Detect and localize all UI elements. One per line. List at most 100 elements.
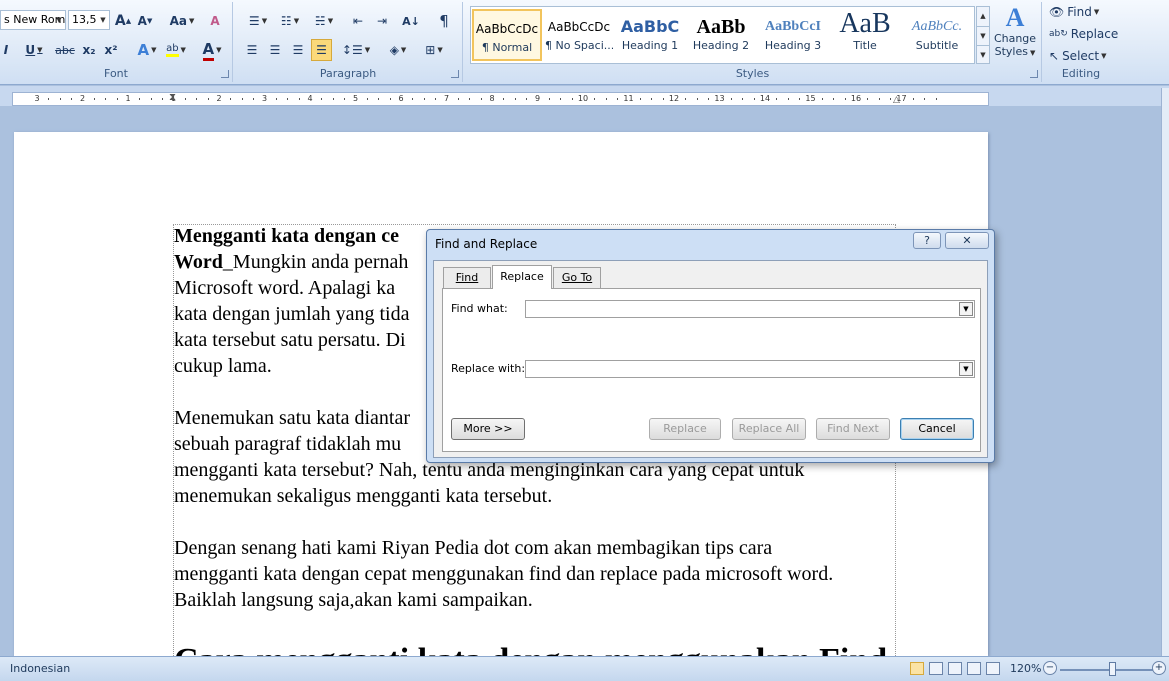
ruler-tick xyxy=(480,98,482,100)
change-case-button[interactable]: Aa ▼ xyxy=(168,10,196,32)
numbering-icon: ☷ xyxy=(280,14,292,28)
justify-button[interactable]: ☰ xyxy=(311,39,332,61)
right-indent-marker-icon[interactable]: △ xyxy=(893,95,900,105)
bold-title-text-2: Word xyxy=(174,251,223,273)
font-color-button[interactable]: A ▼ xyxy=(198,39,226,61)
sort-button[interactable]: A↓ xyxy=(400,10,422,32)
indent-marker-icon[interactable]: ⧗ xyxy=(169,92,176,103)
ruler-tick xyxy=(912,98,914,100)
strikethrough-button[interactable]: abc xyxy=(54,39,76,61)
ruler-tick xyxy=(651,98,653,100)
align-right-button[interactable]: ☰ xyxy=(288,39,308,61)
underline-button[interactable]: U ▼ xyxy=(20,39,48,61)
find-next-button[interactable]: Find Next xyxy=(816,418,890,440)
superscript-icon: x² xyxy=(104,43,118,57)
ruler-tick xyxy=(366,98,368,100)
help-button[interactable]: ? xyxy=(913,232,941,249)
shading-button[interactable]: ◈ ▼ xyxy=(384,39,412,61)
align-center-button[interactable]: ☰ xyxy=(265,39,285,61)
font-name-combo[interactable]: s New Rom ▼ xyxy=(0,10,66,30)
ruler-number: 7 xyxy=(443,94,450,103)
styles-dialog-launcher-icon[interactable] xyxy=(1030,70,1038,78)
ruler-number: 4 xyxy=(307,94,313,103)
ruler-tick xyxy=(412,98,414,100)
zoom-in-button[interactable]: + xyxy=(1152,661,1166,675)
strikethrough-icon: abc xyxy=(55,43,75,57)
font-size-combo[interactable]: 13,5 ▼ xyxy=(68,10,110,30)
ruler-tick xyxy=(935,98,937,100)
tab-goto[interactable]: Go To xyxy=(553,267,601,289)
align-left-button[interactable]: ☰ xyxy=(242,39,262,61)
grow-font-button[interactable]: A ▲ xyxy=(114,10,132,32)
zoom-slider-thumb[interactable] xyxy=(1109,662,1116,676)
chevron-down-icon[interactable]: ▼ xyxy=(959,302,973,316)
text-effects-button[interactable]: A ▼ xyxy=(134,39,160,61)
web-layout-view-icon[interactable] xyxy=(948,662,962,675)
ruler-number: 10 xyxy=(577,94,589,103)
replace-button[interactable]: ab↻ Replace xyxy=(1049,24,1118,44)
language-indicator[interactable]: Indonesian xyxy=(10,662,70,675)
ruler-tick xyxy=(890,98,892,100)
decrease-indent-button[interactable]: ⇤ xyxy=(348,10,368,32)
zoom-level[interactable]: 120% xyxy=(1010,662,1041,675)
find-button[interactable]: 👁 Find ▼ xyxy=(1049,2,1099,22)
outline-view-icon[interactable] xyxy=(967,662,981,675)
ruler-tick xyxy=(526,98,528,100)
line-spacing-icon: ↕☰ xyxy=(341,43,363,57)
highlight-button[interactable]: ab ▼ xyxy=(162,39,190,61)
font-dialog-launcher-icon[interactable] xyxy=(221,70,229,78)
shrink-font-icon: A xyxy=(137,14,147,28)
replace-button[interactable]: Replace xyxy=(649,418,721,440)
ruler-tick xyxy=(560,98,562,100)
align-left-icon: ☰ xyxy=(246,43,258,57)
bullets-button[interactable]: ☰ ▼ xyxy=(244,10,272,32)
close-button[interactable]: ✕ xyxy=(945,232,989,249)
find-what-input[interactable]: ▼ xyxy=(525,300,975,318)
increase-indent-button[interactable]: ⇥ xyxy=(372,10,392,32)
more-button[interactable]: More >> xyxy=(451,418,525,440)
show-formatting-button[interactable]: ¶ xyxy=(434,10,454,32)
multilevel-list-button[interactable]: ☵ ▼ xyxy=(310,10,338,32)
ruler-number: 2 xyxy=(79,94,86,103)
replace-icon: ab↻ xyxy=(1049,29,1068,39)
ruler-tick xyxy=(59,98,61,100)
chevron-down-icon[interactable]: ▼ xyxy=(97,11,109,29)
chevron-down-icon[interactable]: ▼ xyxy=(959,362,973,376)
subscript-button[interactable]: x₂ xyxy=(80,39,98,61)
clear-formatting-button[interactable]: A xyxy=(204,10,226,32)
borders-button[interactable]: ⊞ ▼ xyxy=(420,39,448,61)
ruler-tick xyxy=(503,98,505,100)
tab-replace[interactable]: Replace xyxy=(492,265,552,289)
numbering-button[interactable]: ☷ ▼ xyxy=(276,10,304,32)
zoom-out-button[interactable]: − xyxy=(1043,661,1057,675)
replace-with-input[interactable]: ▼ xyxy=(525,360,975,378)
shrink-font-button[interactable]: A ▼ xyxy=(136,10,154,32)
close-icon: ✕ xyxy=(962,234,972,247)
vertical-scrollbar[interactable] xyxy=(1161,88,1169,656)
font-group: s New Rom ▼ 13,5 ▼ A ▲ A ▼ Aa ▼ A I U ▼ abc … xyxy=(0,2,233,82)
paragraph-group-label: Paragraph xyxy=(319,67,377,80)
ruler-number: 12 xyxy=(668,94,680,103)
paragraph-dialog-launcher-icon[interactable] xyxy=(451,70,459,78)
tab-find[interactable]: Find xyxy=(443,267,491,289)
chevron-down-icon[interactable]: ▼ xyxy=(53,11,65,29)
select-button[interactable]: ↖ Select ▼ xyxy=(1049,46,1106,66)
line-spacing-button[interactable]: ↕☰ ▼ xyxy=(342,39,370,61)
text-effects-icon: A xyxy=(137,41,150,59)
ruler-tick xyxy=(184,98,186,100)
paint-bucket-icon: ◈ xyxy=(389,43,399,57)
print-layout-view-icon[interactable] xyxy=(910,662,924,675)
cancel-button[interactable]: Cancel xyxy=(900,418,974,440)
ruler-number: 15 xyxy=(805,94,816,103)
italic-button[interactable]: I xyxy=(0,39,12,61)
multilevel-list-icon: ☵ xyxy=(314,14,326,28)
tab-label: Go To xyxy=(561,271,593,284)
full-screen-reading-view-icon[interactable] xyxy=(929,662,943,675)
horizontal-ruler[interactable]: 3 2 1 1 2 3 4 5 6 7 8 9 10 11 12 13 14 15 16 17 ⧗ △ xyxy=(12,92,989,106)
draft-view-icon[interactable] xyxy=(986,662,1000,675)
ruler-tick xyxy=(207,98,209,100)
superscript-button[interactable]: x² xyxy=(102,39,120,61)
replace-all-label: Replace All xyxy=(738,422,800,435)
replace-all-button[interactable]: Replace All xyxy=(732,418,806,440)
bold-title-text: Mengganti kata dengan ce xyxy=(174,225,399,247)
